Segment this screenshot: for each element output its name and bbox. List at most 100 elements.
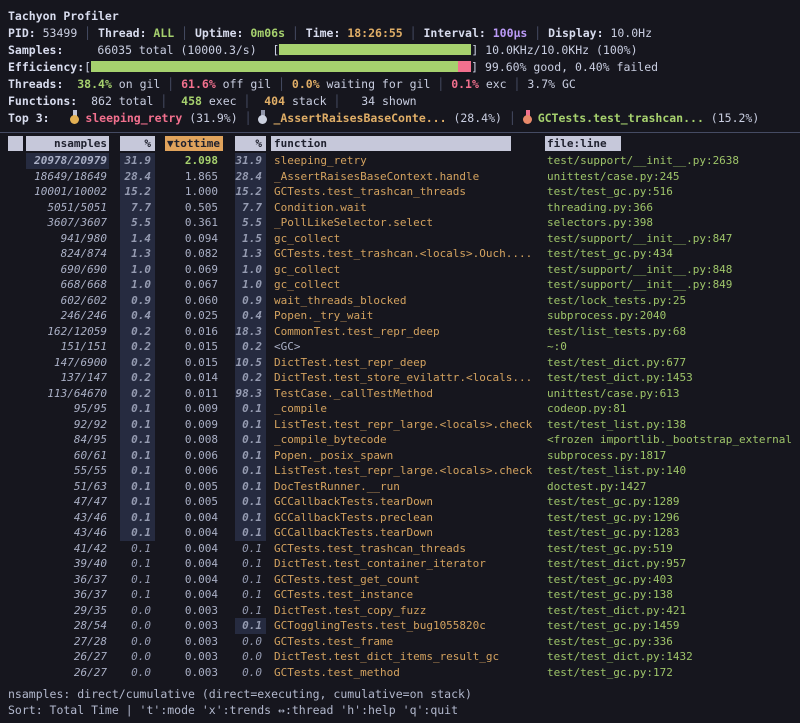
efficiency-bar-failed-segment	[458, 61, 471, 72]
table-row[interactable]: 147/6900 0.2 0.015 10.5 DictTest.test_re…	[8, 355, 800, 371]
cell-function: Popen._try_wait	[271, 308, 511, 324]
cell-nsamples: 92/92	[26, 417, 109, 433]
functions-count: 458	[181, 94, 202, 108]
table-row[interactable]: 43/46 0.1 0.004 0.1 GCCallbackTests.tear…	[8, 525, 800, 541]
table-row[interactable]: 941/980 1.4 0.094 1.5 gc_collect test/su…	[8, 231, 800, 247]
table-row[interactable]: 26/27 0.0 0.003 0.0 DictTest.test_dict_i…	[8, 649, 800, 665]
cell-function: GCTests.test_trashcan_threads	[271, 184, 511, 200]
table-row[interactable]: 51/63 0.1 0.005 0.1 DocTestRunner.__run …	[8, 479, 800, 495]
status-label: Interval:	[424, 26, 486, 40]
table-row[interactable]: 602/602 0.9 0.060 0.9 wait_threads_block…	[8, 293, 800, 309]
table-row[interactable]: 3607/3607 5.5 0.361 5.5 _PollLikeSelecto…	[8, 215, 800, 231]
efficiency-line: Efficiency:[] 99.60% good, 0.40% failed	[8, 59, 800, 76]
thread-pct-label: on gil	[112, 77, 160, 91]
table-row[interactable]: 29/35 0.0 0.003 0.1 DictTest.test_copy_f…	[8, 603, 800, 619]
bar-open-bracket: [	[84, 60, 91, 74]
table-row[interactable]: 55/55 0.1 0.006 0.1 ListTest.test_repr_l…	[8, 463, 800, 479]
cell-pct-cumulative: 5.5	[235, 215, 266, 231]
cell-function: _PollLikeSelector.select	[271, 215, 511, 231]
cell-tottime: 0.008	[155, 432, 223, 448]
cell-pct-tottime: 0.0	[120, 603, 155, 619]
table-row[interactable]: 60/61 0.1 0.006 0.1 Popen._posix_spawn s…	[8, 448, 800, 464]
cell-pct-cumulative: 0.0	[235, 634, 266, 650]
cell-pct-cumulative: 0.1	[235, 572, 266, 588]
medal-silver-icon	[258, 110, 268, 124]
table-row[interactable]: 26/27 0.0 0.003 0.0 GCTests.test_method …	[8, 665, 800, 681]
cell-pct-tottime: 0.1	[120, 587, 155, 603]
cell-pct-cumulative: 0.4	[235, 308, 266, 324]
cell-pct-cumulative: 7.7	[235, 200, 266, 216]
table-row[interactable]: 84/95 0.1 0.008 0.1 _compile_bytecode <f…	[8, 432, 800, 448]
cell-file-line: test/test_dict.py:1453	[545, 370, 800, 386]
table-row[interactable]: 27/28 0.0 0.003 0.0 GCTests.test_frame t…	[8, 634, 800, 650]
cell-pct-tottime: 0.1	[120, 417, 155, 433]
cell-function: GCTests.test_instance	[271, 587, 511, 603]
cell-function: _AssertRaisesBaseContext.handle	[271, 169, 511, 185]
app-title: Tachyon Profiler	[8, 8, 800, 25]
cell-file-line: test/test_list.py:138	[545, 417, 800, 433]
cell-tottime: 0.016	[155, 324, 223, 340]
cell-file-line: test/support/__init__.py:848	[545, 262, 800, 278]
cell-function: <GC>	[271, 339, 511, 355]
table-row[interactable]: 95/95 0.1 0.009 0.1 _compile codeop.py:8…	[8, 401, 800, 417]
table-row[interactable]: 20978/20979 31.9 2.098 31.9 sleeping_ret…	[8, 153, 800, 169]
cell-function: DictTest.test_repr_deep	[271, 355, 511, 371]
cell-function: GCCallbackTests.tearDown	[271, 494, 511, 510]
cell-pct-cumulative: 0.1	[235, 417, 266, 433]
table-row[interactable]: 690/690 1.0 0.069 1.0 gc_collect test/su…	[8, 262, 800, 278]
table-row[interactable]: 246/246 0.4 0.025 0.4 Popen._try_wait su…	[8, 308, 800, 324]
header-tottime-sorted[interactable]: ▼tottime	[165, 136, 223, 151]
cell-pct-cumulative: 18.3	[235, 324, 266, 340]
table-row[interactable]: 113/64670 0.2 0.011 98.3 TestCase._callT…	[8, 386, 800, 402]
header-pct-tottime[interactable]: %	[120, 136, 155, 151]
table-row[interactable]: 47/47 0.1 0.005 0.1 GCCallbackTests.tear…	[8, 494, 800, 510]
table-row[interactable]: 668/668 1.0 0.067 1.0 gc_collect test/su…	[8, 277, 800, 293]
table-row[interactable]: 39/40 0.1 0.004 0.1 DictTest.test_contai…	[8, 556, 800, 572]
cell-nsamples: 55/55	[26, 463, 109, 479]
status-label: Time:	[306, 26, 341, 40]
cell-pct-cumulative: 1.5	[235, 231, 266, 247]
table-row[interactable]: 162/12059 0.2 0.016 18.3 CommonTest.test…	[8, 324, 800, 340]
cell-pct-tottime: 0.1	[120, 556, 155, 572]
header-file-line[interactable]: file:line	[545, 136, 621, 151]
header-function[interactable]: function	[271, 136, 511, 151]
table-row[interactable]: 92/92 0.1 0.009 0.1 ListTest.test_repr_l…	[8, 417, 800, 433]
table-row[interactable]: 10001/10002 15.2 1.000 15.2 GCTests.test…	[8, 184, 800, 200]
table-row[interactable]: 137/147 0.2 0.014 0.2 DictTest.test_stor…	[8, 370, 800, 386]
top3-line: Top 3: sleeping_retry (31.9%) │ _AssertR…	[8, 110, 800, 127]
separator: │	[527, 26, 548, 40]
header-pct-cumulative[interactable]: %	[235, 136, 266, 151]
table-row[interactable]: 41/42 0.1 0.004 0.1 GCTests.test_trashca…	[8, 541, 800, 557]
cell-pct-cumulative: 0.0	[235, 665, 266, 681]
cell-pct-cumulative: 0.1	[235, 541, 266, 557]
header-icon-column[interactable]	[8, 136, 23, 151]
table-row[interactable]: 43/46 0.1 0.004 0.1 GCCallbackTests.prec…	[8, 510, 800, 526]
cell-pct-cumulative: 0.9	[235, 293, 266, 309]
cell-pct-cumulative: 0.1	[235, 401, 266, 417]
footer-note: nsamples: direct/cumulative (direct=exec…	[8, 687, 800, 703]
table-row[interactable]: 36/37 0.1 0.004 0.1 GCTests.test_instanc…	[8, 587, 800, 603]
cell-tottime: 0.004	[155, 556, 223, 572]
cell-function: gc_collect	[271, 231, 511, 247]
cell-nsamples: 602/602	[26, 293, 109, 309]
functions-count-label: total	[112, 94, 154, 108]
cell-pct-tottime: 0.0	[120, 665, 155, 681]
cell-tottime: 0.003	[155, 649, 223, 665]
cell-pct-cumulative: 15.2	[235, 184, 266, 200]
table-row[interactable]: 36/37 0.1 0.004 0.1 GCTests.test_get_cou…	[8, 572, 800, 588]
cell-function: DictTest.test_copy_fuzz	[271, 603, 511, 619]
cell-pct-tottime: 0.1	[120, 572, 155, 588]
table-row[interactable]: 18649/18649 28.4 1.865 28.4 _AssertRaise…	[8, 169, 800, 185]
header-nsamples[interactable]: nsamples	[26, 136, 109, 151]
table-row[interactable]: 28/54 0.0 0.003 0.1 GCTogglingTests.test…	[8, 618, 800, 634]
cell-pct-cumulative: 0.1	[235, 479, 266, 495]
cell-pct-cumulative: 1.3	[235, 246, 266, 262]
cell-tottime: 0.009	[155, 417, 223, 433]
table-row[interactable]: 5051/5051 7.7 0.505 7.7 Condition.wait t…	[8, 200, 800, 216]
spacer	[77, 94, 91, 108]
cell-pct-cumulative: 10.5	[235, 355, 266, 371]
table-row[interactable]: 824/874 1.3 0.082 1.3 GCTests.test_trash…	[8, 246, 800, 262]
cell-tottime: 0.006	[155, 463, 223, 479]
separator: │	[153, 94, 181, 108]
table-row[interactable]: 151/151 0.2 0.015 0.2 <GC> ~:0	[8, 339, 800, 355]
